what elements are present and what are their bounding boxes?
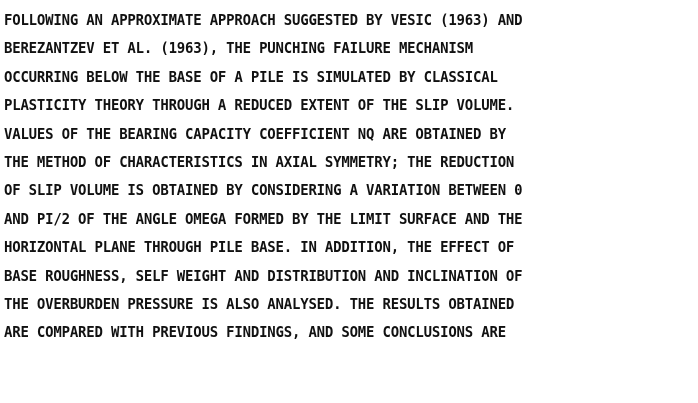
text-line: OCCURRING BELOW THE BASE OF A PILE IS SI… — [4, 67, 498, 86]
text-line: AND PI/2 OF THE ANGLE OMEGA FORMED BY TH… — [4, 209, 523, 228]
text-line: BEREZANTZEV ET AL. (1963), THE PUNCHING … — [4, 39, 474, 58]
text-line: THE METHOD OF CHARACTERISTICS IN AXIAL S… — [4, 152, 515, 171]
text-line: THE OVERBURDEN PRESSURE IS ALSO ANALYSED… — [4, 294, 515, 313]
text-line: PLASTICITY THEORY THROUGH A REDUCED EXTE… — [4, 96, 515, 115]
text-line: ARE COMPARED WITH PREVIOUS FINDINGS, AND… — [4, 323, 506, 342]
text-line: VALUES OF THE BEARING CAPACITY COEFFICIE… — [4, 124, 506, 143]
text-line: OF SLIP VOLUME IS OBTAINED BY CONSIDERIN… — [4, 181, 523, 200]
text-line: FOLLOWING AN APPROXIMATE APPROACH SUGGES… — [4, 11, 523, 29]
abstract-text-block: FOLLOWING AN APPROXIMATE APPROACH SUGGES… — [4, 6, 696, 347]
text-line: HORIZONTAL PLANE THROUGH PILE BASE. IN A… — [4, 238, 515, 257]
text-line: BASE ROUGHNESS, SELF WEIGHT AND DISTRIBU… — [4, 266, 523, 285]
